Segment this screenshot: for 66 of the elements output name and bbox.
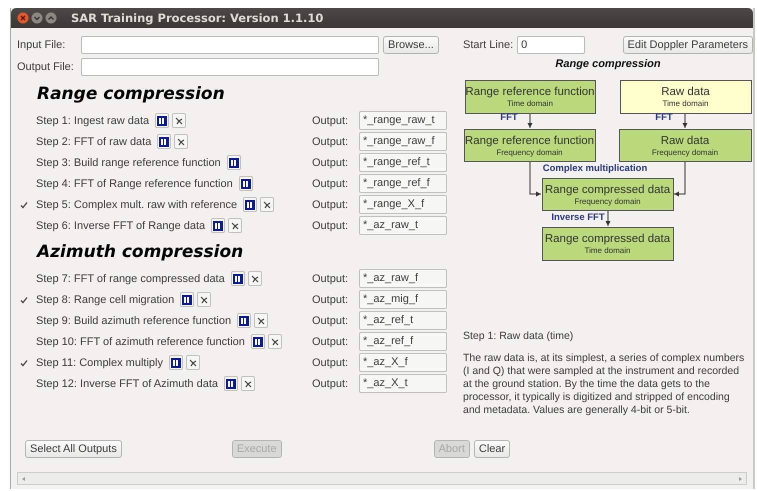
browse-button[interactable]: Browse... xyxy=(383,36,439,54)
field-label: Input File: xyxy=(17,39,66,51)
output-name-field[interactable]: *_az_raw_f xyxy=(359,269,447,288)
window-title: SAR Training Processor: Version 1.1.10 xyxy=(71,11,324,25)
node-title: Raw data xyxy=(661,86,710,98)
field-label: Start Line: xyxy=(463,39,514,51)
description-heading: Step 1: Raw data (time) xyxy=(463,330,574,342)
section-heading: Range compression xyxy=(37,84,226,104)
node-subtitle: Frequency domain xyxy=(574,197,641,206)
output-name-field[interactable]: *_range_raw_t xyxy=(359,111,447,130)
start-line-field[interactable]: 0 xyxy=(517,36,586,54)
step-label: Step 6: Inverse FFT of Range data xyxy=(36,220,206,232)
node-subtitle: Time domain xyxy=(662,99,708,108)
field-label: Output File: xyxy=(17,61,75,73)
output-name-field[interactable]: *_az_ref_t xyxy=(359,311,447,330)
step-label: Step 1: Ingest raw data xyxy=(36,114,150,126)
output-label: Output: xyxy=(312,314,350,326)
arrow-label: FFT xyxy=(655,112,673,123)
node-subtitle: Frequency domain xyxy=(496,148,563,157)
node-title: Range compressed data xyxy=(544,184,670,196)
output-label: Output: xyxy=(312,294,350,306)
node-title: Range compressed data xyxy=(544,233,670,245)
output-name-field[interactable]: *_range_ref_f xyxy=(359,174,447,193)
node-title: Range reference function xyxy=(464,135,594,147)
output-name-field[interactable]: *_range_ref_t xyxy=(359,153,447,172)
output-name-field[interactable]: *_range_X_f xyxy=(359,195,447,214)
step-label: Step 5: Complex mult. raw with reference xyxy=(36,198,238,210)
step-label: Step 2: FFT of raw data xyxy=(36,136,152,148)
arrow-label: Complex multiplication xyxy=(542,163,648,174)
step-label: Step 9: Build azimuth reference function xyxy=(36,314,232,326)
output-label: Output: xyxy=(312,198,350,210)
node-subtitle: Time domain xyxy=(584,246,630,255)
step-label: Step 10: FFT of azimuth reference function xyxy=(36,336,245,348)
output-label: Output: xyxy=(312,114,350,126)
output-label: Output: xyxy=(312,156,350,168)
output-name-field[interactable]: *_az_raw_t xyxy=(359,216,447,235)
node-subtitle: Time domain xyxy=(507,99,553,108)
action-button[interactable]: Clear xyxy=(474,440,510,458)
output-label: Output: xyxy=(312,178,350,190)
description-text: The raw data is, at its simplest, a series of complex numbers (I and Q) that were sampled at the instrument and recorded at the ground station. By the time the data gets to the processor, it typically is digitized and stripped of encoding and metadata. Values are generally 4-bit or 5-bit. xyxy=(463,352,745,417)
output-name-field[interactable]: *_range_raw_f xyxy=(359,132,447,151)
diagram-title: Range compression xyxy=(554,58,662,70)
step-label: Step 4: FFT of Range reference function xyxy=(36,178,233,190)
arrow-label: FFT xyxy=(500,112,518,123)
node-subtitle: Frequency domain xyxy=(652,148,718,157)
section-heading: Azimuth compression xyxy=(37,242,244,262)
step-label: Step 11: Complex multiply xyxy=(36,356,163,368)
output-name-field[interactable]: *_az_X_f xyxy=(359,353,447,372)
output-name-field[interactable]: *_az_ref_f xyxy=(359,332,447,351)
edit-doppler-button[interactable]: Edit Doppler Parameters xyxy=(622,36,753,54)
output-name-field[interactable]: *_az_X_t xyxy=(359,374,447,393)
output-label: Output: xyxy=(312,220,350,232)
output-label: Output: xyxy=(312,356,350,368)
step-label: Step 8: Range cell migration xyxy=(36,294,174,306)
action-button[interactable]: Select All Outputs xyxy=(25,440,122,458)
output-label: Output: xyxy=(312,272,350,284)
output-label: Output: xyxy=(312,136,350,148)
step-label: Step 7: FFT of range compressed data xyxy=(36,272,225,284)
output-label: Output: xyxy=(312,336,350,348)
arrow-label: Inverse FFT xyxy=(551,212,605,223)
node-title: Range reference function xyxy=(465,86,595,98)
output-name-field[interactable]: *_az_mig_f xyxy=(359,290,447,309)
node-title: Raw data xyxy=(660,135,710,147)
step-label: Step 12: Inverse FFT of Azimuth data xyxy=(36,378,218,390)
step-label: Step 3: Build range reference function xyxy=(36,156,221,168)
output-label: Output: xyxy=(312,378,350,390)
